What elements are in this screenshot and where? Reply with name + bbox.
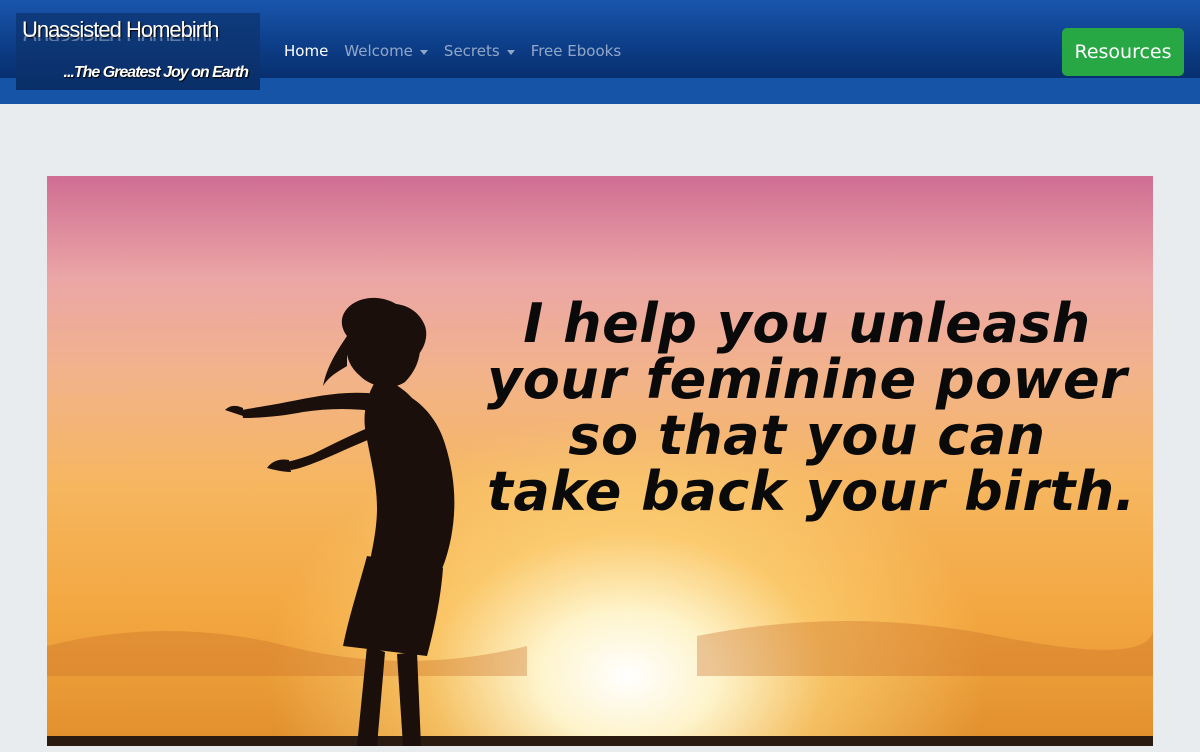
hero-tagline: I help you unleash your feminine power s… bbox=[487, 292, 1136, 523]
nav-item-label: Welcome bbox=[344, 42, 413, 60]
caret-down-icon bbox=[506, 49, 515, 55]
nav-item-home[interactable]: Home bbox=[284, 42, 328, 60]
main-nav: Home Welcome Secrets Free Ebooks bbox=[284, 42, 637, 60]
brand-tagline: ...The Greatest Joy on Earth bbox=[63, 64, 249, 81]
hero-line: I help you unleash bbox=[523, 292, 1091, 355]
brand-title-reflection: Unassisted Homebirth bbox=[22, 27, 218, 41]
caret-down-icon bbox=[419, 49, 428, 55]
nav-item-label: Free Ebooks bbox=[530, 42, 622, 60]
brand-logo[interactable]: Unassisted Homebirth Unassisted Homebirt… bbox=[16, 13, 260, 90]
hero-line: your feminine power bbox=[487, 348, 1128, 411]
resources-button[interactable]: Resources bbox=[1062, 28, 1184, 76]
hero-line: so that you can bbox=[568, 404, 1046, 467]
hero-image: I help you unleash your feminine power s… bbox=[47, 176, 1153, 746]
nav-item-secrets[interactable]: Secrets bbox=[444, 42, 515, 60]
nav-item-label: Secrets bbox=[443, 42, 500, 60]
hero-line: take back your birth. bbox=[487, 460, 1136, 523]
nav-item-welcome[interactable]: Welcome bbox=[344, 42, 428, 60]
nav-item-free-ebooks[interactable]: Free Ebooks bbox=[531, 42, 621, 60]
navbar: Unassisted Homebirth Unassisted Homebirt… bbox=[0, 0, 1200, 104]
nav-item-label: Home bbox=[284, 42, 329, 60]
